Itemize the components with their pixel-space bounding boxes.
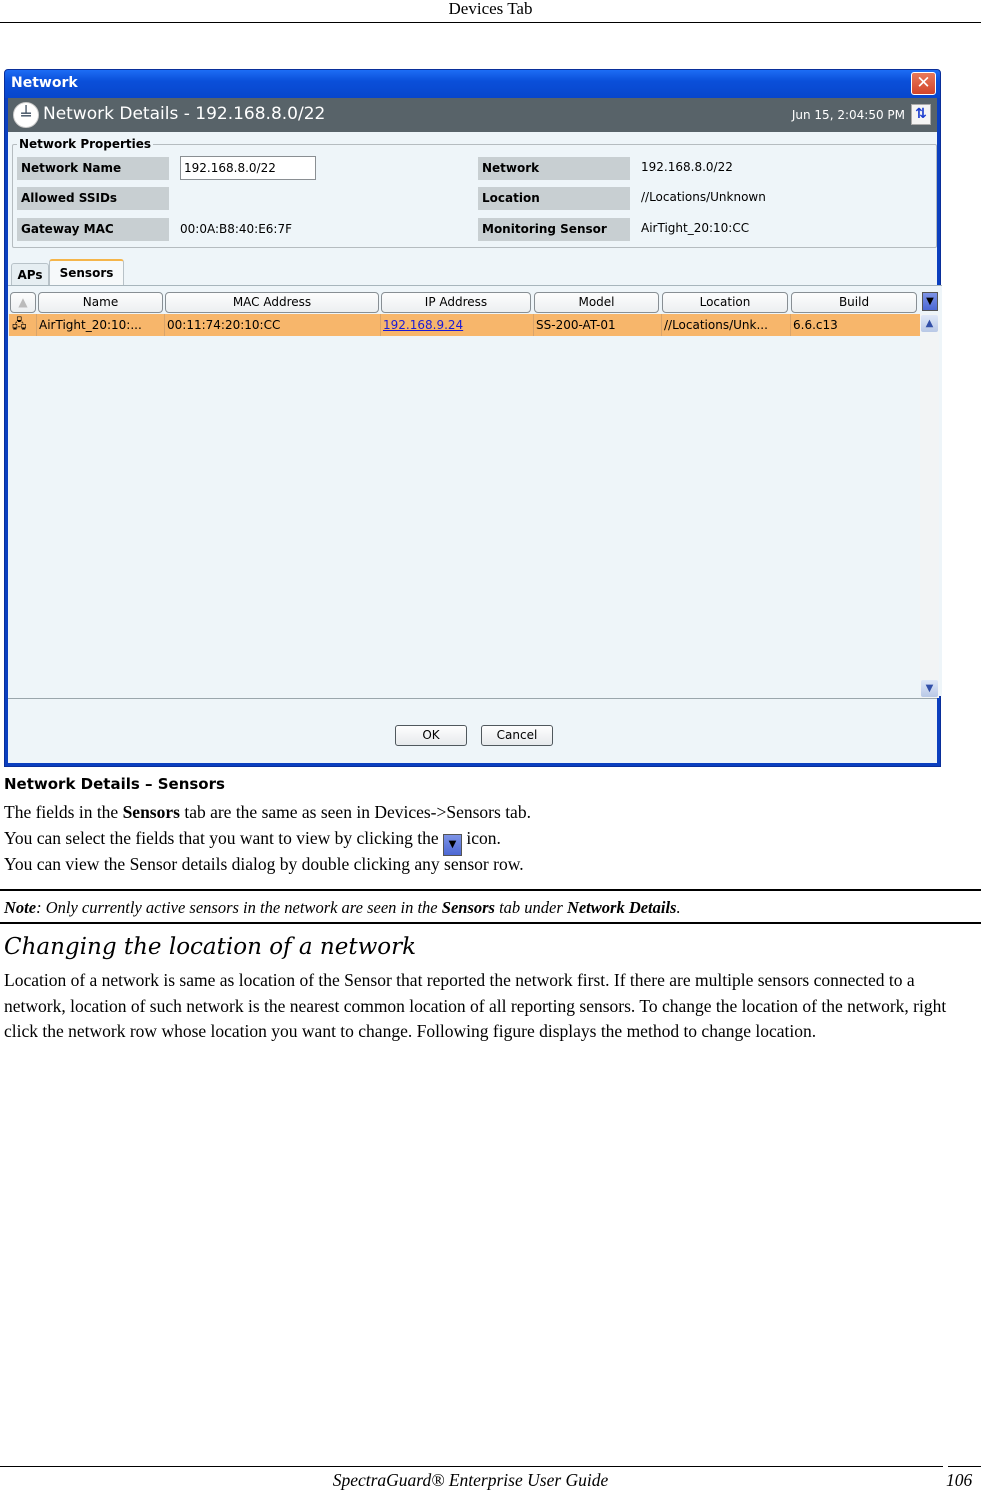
column-header-model[interactable]: Model — [534, 292, 659, 313]
close-icon[interactable]: ✕ — [911, 72, 936, 95]
note-box: Note: Only currently active sensors in t… — [0, 889, 981, 924]
window-titlebar[interactable]: Network ✕ — [5, 70, 940, 98]
footer-title: SpectraGuard® Enterprise User Guide — [332, 1470, 609, 1490]
dialog-button-bar: OK Cancel — [8, 698, 937, 768]
p1-text: The fields in the — [4, 802, 123, 822]
timestamp: Jun 15, 2:04:50 PM — [791, 108, 905, 122]
ok-button[interactable]: OK — [395, 725, 467, 746]
network-icon: ╧ — [13, 102, 39, 128]
column-header-name[interactable]: Name — [38, 292, 163, 313]
network-name-label: Network Name — [17, 157, 169, 180]
scroll-up-icon[interactable]: ▲ — [921, 315, 938, 332]
network-name-input[interactable]: 192.168.8.0/22 — [180, 156, 316, 180]
footer-divider — [0, 1466, 943, 1467]
p2-text-end: icon. — [462, 828, 501, 848]
section-body: Location of a network is same as locatio… — [4, 970, 947, 1041]
column-header-mac-address[interactable]: MAC Address — [165, 292, 379, 313]
cell-name: AirTight_20:10:... — [37, 314, 165, 336]
column-header-build[interactable]: Build — [791, 292, 917, 313]
note-bold-sensors: Sensors — [441, 898, 495, 917]
paragraph-3: You can view the Sensor details dialog b… — [4, 854, 524, 874]
network-properties-group: Network Properties Network Name 192.168.… — [12, 137, 937, 248]
column-chooser-icon[interactable]: ▼ — [922, 292, 938, 311]
network-value: 192.168.8.0/22 — [641, 160, 733, 174]
note-text-part: tab under — [494, 898, 567, 917]
window-title: Network — [11, 75, 78, 91]
scroll-down-icon[interactable]: ▼ — [921, 680, 938, 697]
cell-ip-link[interactable]: 192.168.9.24 — [381, 314, 534, 336]
page-header: Devices Tab — [0, 0, 981, 23]
network-properties-legend: Network Properties — [17, 137, 154, 151]
vertical-scrollbar[interactable]: ▲ ▼ — [920, 314, 939, 698]
monitoring-sensor-value: AirTight_20:10:CC — [641, 221, 750, 235]
details-header: ╧ Network Details - 192.168.8.0/22 Jun 1… — [8, 98, 937, 132]
gateway-mac-value: 00:0A:B8:40:E6:7F — [180, 222, 293, 236]
cell-mac: 00:11:74:20:10:CC — [165, 314, 381, 336]
table-row[interactable]: 🖧 AirTight_20:10:... 00:11:74:20:10:CC 1… — [9, 314, 920, 336]
location-label: Location — [478, 187, 630, 210]
cell-location: //Locations/Unk... — [662, 314, 791, 336]
sensors-table: ▲ Name MAC Address IP Address Model Loca… — [8, 285, 942, 698]
network-label: Network — [478, 157, 630, 180]
figure-caption: Network Details – Sensors — [4, 775, 225, 793]
sort-icon[interactable]: ▲ — [10, 292, 36, 313]
sensor-icon: 🖧 — [9, 314, 37, 336]
details-tabs: APs Sensors — [11, 259, 940, 286]
note-bold-network-details: Network Details — [566, 898, 677, 917]
gateway-mac-label: Gateway MAC — [17, 218, 169, 241]
p2-text: You can select the fields that you want … — [4, 828, 444, 848]
allowed-ssids-label: Allowed SSIDs — [17, 187, 169, 210]
cell-model: SS-200-AT-01 — [534, 314, 662, 336]
footer-divider-short — [948, 1466, 981, 1467]
note-text-part: . — [676, 898, 681, 917]
dialog-client: ╧ Network Details - 192.168.8.0/22 Jun 1… — [8, 98, 942, 763]
column-header-ip-address[interactable]: IP Address — [381, 292, 531, 313]
network-dialog: Network ✕ ╧ Network Details - 192.168.8.… — [4, 69, 942, 767]
location-value: //Locations/Unknown — [641, 190, 766, 204]
monitoring-sensor-label: Monitoring Sensor — [478, 218, 630, 241]
column-header-location[interactable]: Location — [662, 292, 788, 313]
paragraph-1: The fields in the Sensors tab are the sa… — [4, 800, 531, 825]
details-title: Network Details - 192.168.8.0/22 — [43, 104, 326, 124]
note-label: Note — [4, 898, 37, 917]
cell-build: 6.6.c13 — [793, 318, 838, 332]
p1-bold: Sensors — [122, 802, 180, 822]
page-number: 106 — [946, 1470, 973, 1490]
refresh-icon[interactable]: ⇅ — [911, 104, 931, 125]
section-title: Changing the location of a network — [4, 934, 417, 960]
p1-text-end: tab are the same as seen in Devices->Sen… — [179, 802, 531, 822]
tab-sensors[interactable]: Sensors — [49, 259, 124, 286]
note-text-part: : Only currently active sensors in the n… — [36, 898, 442, 917]
note-text: Note: Only currently active sensors in t… — [4, 898, 681, 918]
cancel-button[interactable]: Cancel — [481, 725, 553, 746]
tab-aps[interactable]: APs — [11, 263, 49, 286]
